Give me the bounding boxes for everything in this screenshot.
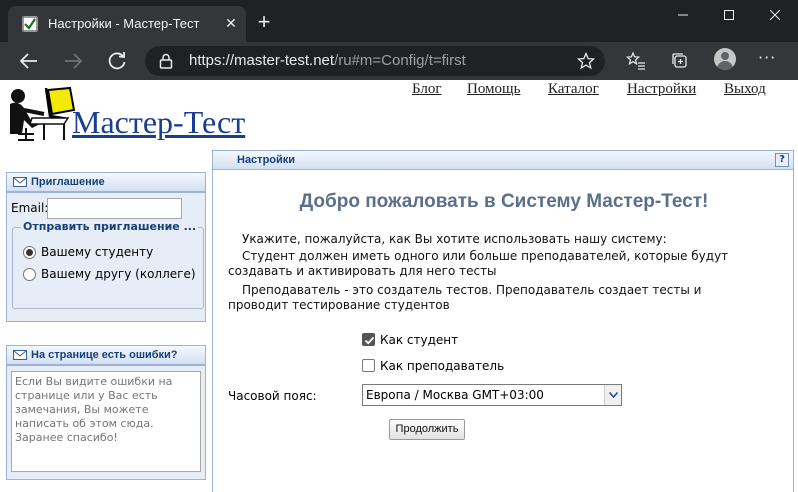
web-page: Мастер-Тест Блог Помощь Каталог Настройк… xyxy=(0,80,798,492)
timezone-value: Европа / Москва GMT+03:00 xyxy=(366,388,544,402)
settings-menu-icon[interactable]: ··· xyxy=(758,50,776,66)
logo-computer-user-icon xyxy=(4,84,76,142)
settings-panel xyxy=(212,170,794,492)
role-teacher-checkbox[interactable] xyxy=(362,359,375,372)
invite-target-group: Отправить приглашение ... Вашему студент… xyxy=(12,220,204,309)
email-input[interactable] xyxy=(47,198,182,219)
address-bar[interactable]: https://master-test.net/ru#m=Config/t=fi… xyxy=(145,46,605,76)
nav-link-blog[interactable]: Блог xyxy=(412,81,442,98)
invite-panel: Email: Отправить приглашение ... Вашему … xyxy=(6,192,206,322)
timezone-select[interactable]: Европа / Москва GMT+03:00 xyxy=(362,384,622,406)
feedback-panel xyxy=(6,365,206,480)
role-student-label[interactable]: Как студент xyxy=(380,333,458,347)
favorite-star-icon[interactable] xyxy=(576,51,596,73)
role-teacher-label[interactable]: Как преподаватель xyxy=(380,359,504,373)
role-student-checkbox[interactable] xyxy=(362,333,375,346)
email-label: Email: xyxy=(11,201,49,215)
feedback-textarea[interactable] xyxy=(11,371,201,472)
radio-friend[interactable] xyxy=(23,268,36,281)
browser-tab[interactable]: Настройки - Мастер-Тест ✕ xyxy=(8,6,246,42)
feedback-panel-header: На странице есть ошибки? xyxy=(6,345,206,365)
settings-panel-title: Настройки xyxy=(237,154,296,166)
radio-friend-label[interactable]: Вашему другу (коллеге) xyxy=(41,267,196,281)
chevron-down-icon[interactable] xyxy=(604,385,621,405)
radio-student-label[interactable]: Вашему студенту xyxy=(41,245,153,259)
url-text: https://master-test.net/ru#m=Config/t=fi… xyxy=(189,52,466,69)
forward-arrow-icon[interactable] xyxy=(61,49,85,73)
student-description: Студент должен иметь одного или больше п… xyxy=(228,249,729,278)
nav-link-settings[interactable]: Настройки xyxy=(627,81,696,98)
invite-panel-header: Приглашение xyxy=(6,172,206,192)
refresh-icon[interactable] xyxy=(105,49,129,73)
favorites-bar-icon[interactable] xyxy=(625,51,646,71)
maximize-button[interactable] xyxy=(706,0,752,30)
profile-avatar-icon[interactable] xyxy=(714,48,736,70)
invite-group-legend: Отправить приглашение ... xyxy=(21,220,199,233)
radio-student[interactable] xyxy=(23,246,36,259)
minimize-button[interactable] xyxy=(660,0,706,30)
continue-button[interactable]: Продолжить xyxy=(389,419,465,440)
lock-icon xyxy=(159,53,173,72)
nav-link-help[interactable]: Помощь xyxy=(467,81,520,98)
new-tab-button[interactable]: + xyxy=(254,11,274,33)
close-window-button[interactable] xyxy=(752,0,798,30)
invite-panel-title: Приглашение xyxy=(31,176,105,188)
feedback-panel-title: На странице есть ошибки? xyxy=(31,349,178,361)
browser-toolbar: https://master-test.net/ru#m=Config/t=fi… xyxy=(0,42,798,80)
nav-link-catalog[interactable]: Каталог xyxy=(548,81,599,98)
browser-tab-strip: Настройки - Мастер-Тест ✕ + xyxy=(0,0,798,42)
site-logo-link[interactable]: Мастер-Тест xyxy=(72,104,245,141)
help-icon[interactable]: ? xyxy=(775,153,789,167)
site-favicon-icon xyxy=(22,16,38,32)
nav-link-logout[interactable]: Выход xyxy=(724,81,766,98)
envelope-icon xyxy=(13,177,27,190)
collections-icon[interactable] xyxy=(670,51,690,71)
tab-close-icon[interactable]: ✕ xyxy=(222,15,240,33)
envelope-icon xyxy=(13,350,27,363)
tab-title: Настройки - Мастер-Тест xyxy=(48,16,200,31)
settings-panel-header: Настройки xyxy=(212,150,794,170)
timezone-label: Часовой пояс: xyxy=(228,389,317,403)
back-arrow-icon[interactable] xyxy=(17,49,41,73)
teacher-description: Преподаватель - это создатель тестов. Пр… xyxy=(228,283,702,312)
intro-text: Укажите, пожалуйста, как Вы хотите испол… xyxy=(242,232,667,246)
welcome-heading: Добро пожаловать в Систему Мастер-Тест! xyxy=(299,191,709,212)
